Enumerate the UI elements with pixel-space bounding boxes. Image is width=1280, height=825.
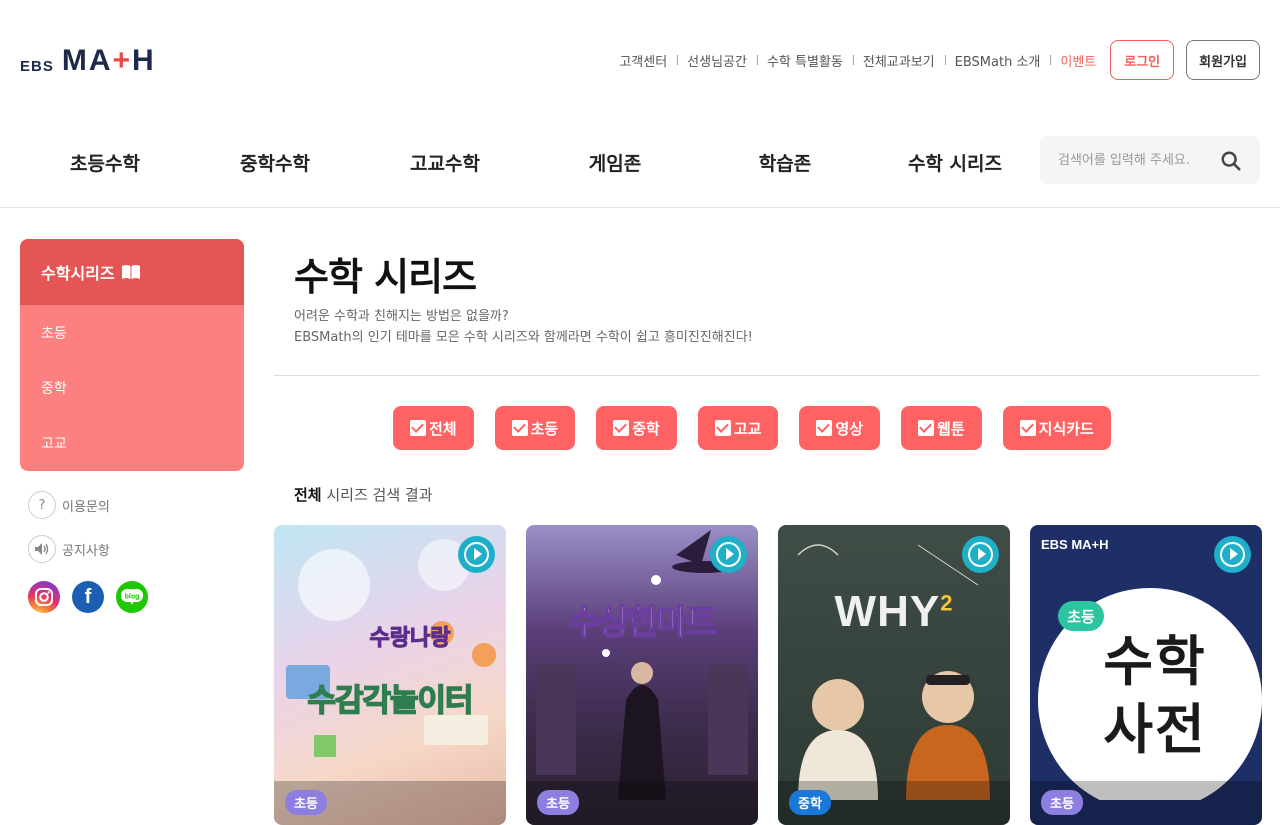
filter-all[interactable]: 전체 <box>393 406 474 450</box>
series-card[interactable]: 수상한마트 초등 <box>526 525 758 825</box>
search-icon[interactable] <box>1220 150 1242 172</box>
checkbox-icon <box>410 420 426 436</box>
logo-ebs: EBS <box>20 58 54 75</box>
divider <box>274 375 1260 376</box>
level-badge: 초등 <box>285 790 327 815</box>
filter-elementary[interactable]: 초등 <box>494 406 576 450</box>
book-icon <box>121 265 140 279</box>
card-title: 수상한마트 <box>568 602 718 644</box>
filter-middle[interactable]: 중학 <box>596 406 677 450</box>
filter-webtoon[interactable]: 웹툰 <box>901 406 982 450</box>
checkbox-icon <box>714 420 731 436</box>
checkbox-icon <box>511 420 528 436</box>
level-badge: 초등 <box>1041 790 1083 815</box>
checkbox-icon <box>816 420 833 436</box>
search-box <box>1040 136 1260 184</box>
series-card[interactable]: 수랑나랑 수감각놀이터 초등 <box>274 525 506 825</box>
facebook-icon[interactable]: f <box>72 581 104 613</box>
result-heading: 전체 시리즈 검색 결과 <box>294 486 433 504</box>
site-logo[interactable]: EBS MA+H <box>20 46 156 76</box>
filter-video[interactable]: 영상 <box>799 406 881 450</box>
util-link-all-subjects[interactable]: 전체교과보기 <box>852 51 945 70</box>
page-description: 어려운 수학과 친해지는 방법은 없을까? EBSMath의 인기 테마를 모은… <box>294 309 753 345</box>
series-card[interactable]: WHY2 중학 <box>778 525 1010 825</box>
nav-study-zone[interactable]: 학습존 <box>700 149 870 176</box>
checkbox-icon <box>918 420 935 436</box>
level-badge: 중학 <box>789 790 831 815</box>
main-nav: 초등수학 중학수학 고교수학 게임존 학습존 수학 시리즈 <box>0 120 1280 208</box>
nav-game-zone[interactable]: 게임존 <box>530 149 700 176</box>
question-icon: ? <box>28 491 56 519</box>
card-title: WHY2 <box>834 587 954 636</box>
util-link-customer[interactable]: 고객센터 <box>609 51 677 70</box>
nav-high[interactable]: 고교수학 <box>360 149 530 176</box>
checkbox-icon <box>1019 420 1036 436</box>
play-icon[interactable] <box>1214 536 1251 573</box>
util-link-teacher[interactable]: 선생님공간 <box>677 51 757 70</box>
filter-high[interactable]: 고교 <box>697 406 779 450</box>
play-icon[interactable] <box>710 536 747 573</box>
sidebar-item-elementary[interactable]: 초등 <box>20 305 244 360</box>
sns-links: f blog <box>28 581 148 613</box>
join-button[interactable]: 회원가입 <box>1186 40 1260 80</box>
play-icon[interactable] <box>458 536 495 573</box>
svg-text:blog: blog <box>125 594 140 601</box>
speaker-icon <box>28 535 56 563</box>
series-card-list: 수랑나랑 수감각놀이터 초등 수상한마트 초등 WHY2 중학 EBS MA+H… <box>274 525 1262 825</box>
login-button[interactable]: 로그인 <box>1110 40 1175 80</box>
level-badge: 초등 <box>537 790 579 815</box>
sidebar-title[interactable]: 수학시리즈 <box>20 239 244 305</box>
utility-nav: 고객센터 선생님공간 수학 특별활동 전체교과보기 EBSMath 소개 이벤트… <box>609 40 1260 80</box>
sidebar-menu: 수학시리즈 초등 중학 고교 <box>20 239 244 471</box>
util-link-about[interactable]: EBSMath 소개 <box>944 51 1051 70</box>
filter-knowledge-card[interactable]: 지식카드 <box>1002 406 1111 450</box>
util-link-event[interactable]: 이벤트 <box>1050 51 1106 70</box>
nav-middle[interactable]: 중학수학 <box>190 149 360 176</box>
logo-math: MA+H <box>61 44 156 77</box>
inquiry-link[interactable]: ? 이용문의 <box>28 490 110 520</box>
card-subtitle: 사전 <box>1103 698 1207 761</box>
play-icon[interactable] <box>962 536 999 573</box>
blog-icon[interactable]: blog <box>116 581 148 613</box>
header: EBS MA+H 고객센터 선생님공간 수학 특별활동 전체교과보기 EBSMa… <box>0 0 1280 120</box>
instagram-icon[interactable] <box>28 581 60 613</box>
notice-link[interactable]: 공지사항 <box>28 534 110 564</box>
series-card[interactable]: EBS MA+H 초등 수학 사전 초등 <box>1030 525 1262 825</box>
sidebar-item-high[interactable]: 고교 <box>20 415 244 470</box>
nav-math-series[interactable]: 수학 시리즈 <box>870 149 1040 176</box>
sidebar-item-middle[interactable]: 중학 <box>20 360 244 415</box>
page-title: 수학 시리즈 <box>294 255 477 299</box>
checkbox-icon <box>613 420 630 436</box>
filter-chips: 전체 초등 중학 고교 영상 웹툰 지식카드 <box>393 406 1111 450</box>
search-input[interactable] <box>1058 152 1208 168</box>
util-link-activity[interactable]: 수학 특별활동 <box>756 51 853 70</box>
card-title: 수랑나랑 <box>369 626 451 652</box>
card-brand: EBS MA+H <box>1041 537 1109 552</box>
card-subtitle: 수감각놀이터 <box>307 682 475 720</box>
nav-elementary[interactable]: 초등수학 <box>20 149 190 176</box>
sidebar-links: ? 이용문의 공지사항 <box>28 490 110 578</box>
